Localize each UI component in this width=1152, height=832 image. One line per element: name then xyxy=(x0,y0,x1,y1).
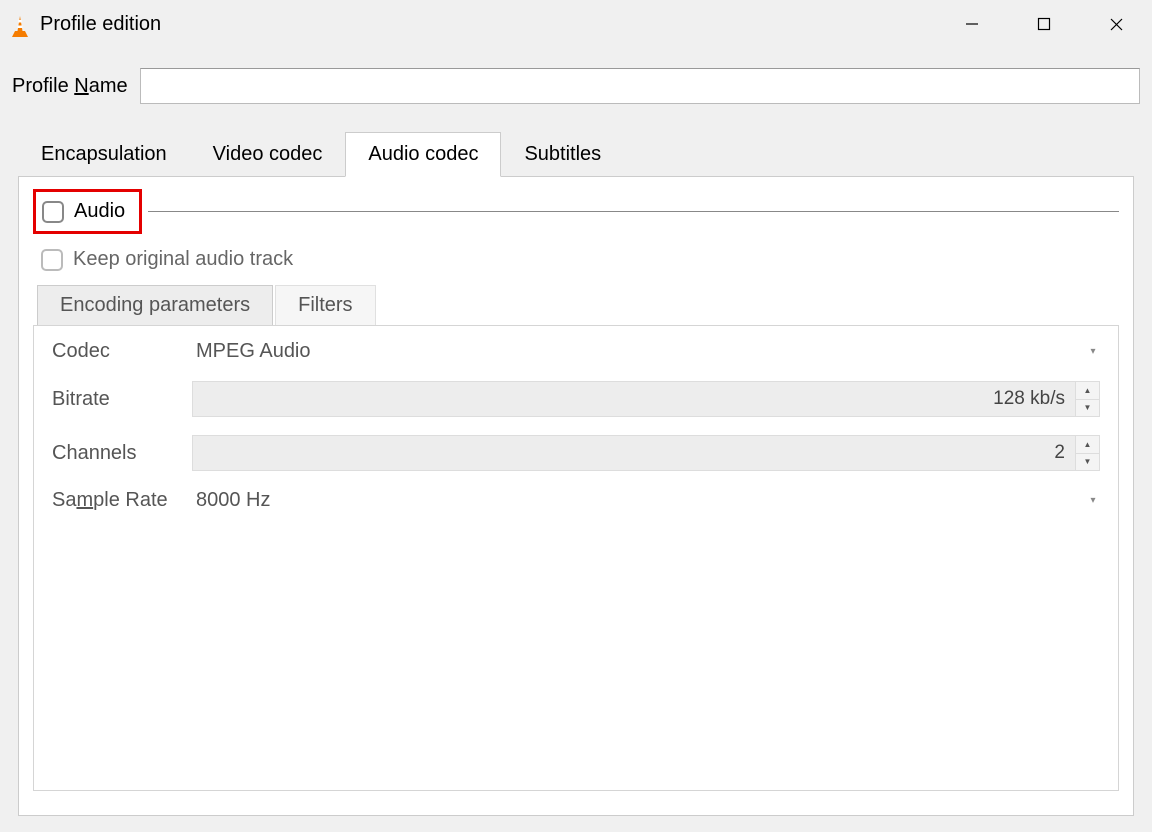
audio-checkbox-highlight: Audio xyxy=(33,189,142,234)
audio-codec-panel: Audio Keep original audio track Encoding… xyxy=(18,176,1134,816)
channels-spin-up[interactable]: ▲ xyxy=(1076,436,1099,454)
profile-name-input[interactable] xyxy=(140,68,1140,104)
main-tabs: Encapsulation Video codec Audio codec Su… xyxy=(18,132,1140,177)
channels-spin-down[interactable]: ▼ xyxy=(1076,454,1099,471)
codec-label: Codec xyxy=(52,340,192,363)
tab-video-codec[interactable]: Video codec xyxy=(190,132,346,177)
samplerate-label: Sample Rate xyxy=(52,489,192,512)
codec-dropdown-icon[interactable]: ▾ xyxy=(1086,346,1100,357)
codec-value[interactable]: MPEG Audio xyxy=(192,340,1086,363)
window-title: Profile edition xyxy=(40,13,161,36)
group-separator-line xyxy=(148,211,1119,212)
channels-row: Channels 2 ▲ ▼ xyxy=(52,435,1100,471)
bitrate-spin-buttons: ▲ ▼ xyxy=(1075,382,1099,416)
tab-audio-codec[interactable]: Audio codec xyxy=(345,132,501,177)
tab-subtitles[interactable]: Subtitles xyxy=(501,132,624,177)
maximize-button[interactable] xyxy=(1008,0,1080,48)
audio-checkbox[interactable] xyxy=(42,201,64,223)
codec-row: Codec MPEG Audio ▾ xyxy=(52,340,1100,363)
samplerate-value[interactable]: 8000 Hz xyxy=(192,489,1086,512)
audio-group-header: Audio xyxy=(33,189,1119,234)
audio-subtabs: Encoding parameters Filters xyxy=(37,285,1119,325)
window-controls xyxy=(936,0,1152,48)
vlc-cone-icon xyxy=(10,15,30,35)
close-button[interactable] xyxy=(1080,0,1152,48)
subtab-encoding-parameters[interactable]: Encoding parameters xyxy=(37,285,273,325)
channels-label: Channels xyxy=(52,442,192,465)
bitrate-spin-down[interactable]: ▼ xyxy=(1076,400,1099,417)
minimize-button[interactable] xyxy=(936,0,1008,48)
keep-original-row: Keep original audio track xyxy=(41,248,1119,271)
samplerate-dropdown-icon[interactable]: ▾ xyxy=(1086,495,1100,506)
bitrate-value: 128 kb/s xyxy=(193,388,1075,410)
keep-original-label: Keep original audio track xyxy=(73,248,293,271)
samplerate-row: Sample Rate 8000 Hz ▾ xyxy=(52,489,1100,512)
bitrate-row: Bitrate 128 kb/s ▲ ▼ xyxy=(52,381,1100,417)
tab-encapsulation[interactable]: Encapsulation xyxy=(18,132,190,177)
channels-field[interactable]: 2 ▲ ▼ xyxy=(192,435,1100,471)
channels-spin-buttons: ▲ ▼ xyxy=(1075,436,1099,470)
subtab-filters[interactable]: Filters xyxy=(275,285,375,325)
titlebar: Profile edition xyxy=(0,0,1152,48)
bitrate-spin-up[interactable]: ▲ xyxy=(1076,382,1099,400)
channels-value: 2 xyxy=(193,442,1075,464)
bitrate-field[interactable]: 128 kb/s ▲ ▼ xyxy=(192,381,1100,417)
keep-original-checkbox[interactable] xyxy=(41,249,63,271)
profile-name-row: Profile Name xyxy=(12,68,1140,104)
bitrate-label: Bitrate xyxy=(52,388,192,411)
profile-name-label: Profile Name xyxy=(12,75,128,98)
audio-checkbox-label: Audio xyxy=(74,200,125,223)
encoding-parameters-panel: Codec MPEG Audio ▾ Bitrate 128 kb/s ▲ ▼ … xyxy=(33,325,1119,791)
